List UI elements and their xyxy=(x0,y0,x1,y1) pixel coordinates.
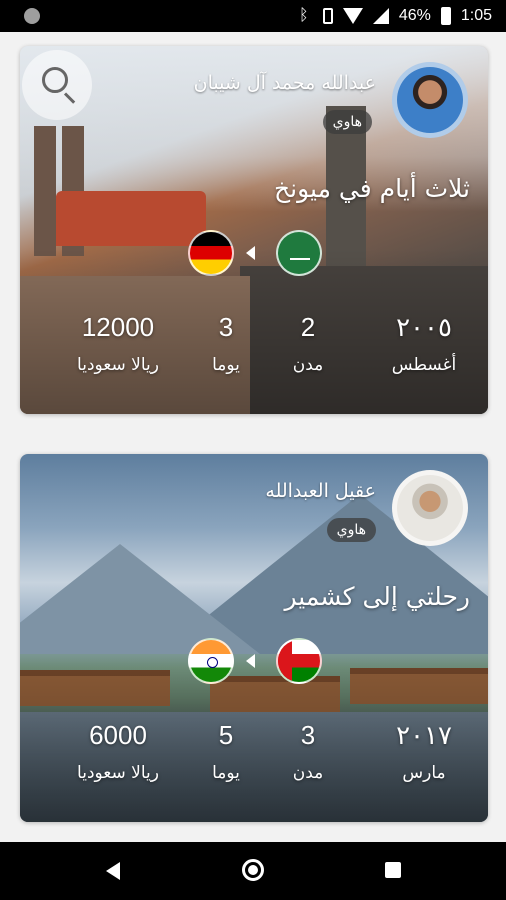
route-flags xyxy=(188,230,322,278)
search-button[interactable] xyxy=(22,50,92,120)
route-flags xyxy=(188,638,322,686)
stat-budget: 6000 ريالا سعوديا xyxy=(58,718,178,784)
stat-days-value: 3 xyxy=(218,312,234,342)
notification-dot-icon xyxy=(24,8,40,24)
user-name[interactable]: عقيل العبدالله xyxy=(265,480,376,502)
stat-cities-value: 2 xyxy=(300,312,316,342)
stat-days: 5 يوما xyxy=(196,718,256,784)
stat-date: ٢٠٠٥ أغسطس xyxy=(382,310,466,376)
stat-budget-value: 6000 xyxy=(89,720,147,750)
stat-date: ٢٠١٧ مارس xyxy=(382,718,466,784)
stat-cities-label: مدن xyxy=(292,763,324,783)
stat-month: مارس xyxy=(402,763,446,783)
saudi-arabia-flag-icon xyxy=(276,230,322,276)
trip-card[interactable]: عبدالله محمد آل شيبان هاوي ثلاث أيام في … xyxy=(20,46,488,414)
home-icon[interactable] xyxy=(242,859,264,881)
trip-feed[interactable]: عبدالله محمد آل شيبان هاوي ثلاث أيام في … xyxy=(0,32,506,842)
trip-card[interactable]: عقيل العبدالله هاوي رحلتي إلى كشمير ٢٠١٧… xyxy=(20,454,488,822)
oman-flag-icon xyxy=(276,638,322,684)
status-bar: ᛒ 46% 1:05 xyxy=(0,0,506,32)
trip-stats: ٢٠١٧ مارس 3 مدن 5 يوما 6000 ريالا سعوديا xyxy=(20,718,488,798)
battery-icon xyxy=(440,7,451,25)
stat-year: ٢٠٠٥ xyxy=(396,312,452,342)
stat-budget: 12000 ريالا سعوديا xyxy=(58,310,178,376)
back-icon[interactable] xyxy=(106,862,120,880)
stat-cities: 3 مدن xyxy=(278,718,338,784)
signal-icon xyxy=(372,8,389,24)
india-flag-icon xyxy=(188,638,234,684)
germany-flag-icon xyxy=(188,230,234,276)
status-icons: ᛒ 46% 1:05 xyxy=(295,0,492,32)
stat-days-label: يوما xyxy=(212,763,240,783)
stat-budget-value: 12000 xyxy=(81,312,155,342)
avatar[interactable] xyxy=(392,62,468,138)
trip-stats: ٢٠٠٥ أغسطس 2 مدن 3 يوما 12000 ريالا سعود… xyxy=(20,310,488,390)
stat-cities: 2 مدن xyxy=(278,310,338,376)
stat-days: 3 يوما xyxy=(196,310,256,376)
battery-percent: 46% xyxy=(398,7,431,24)
level-badge: هاوي xyxy=(322,110,372,134)
arrow-left-icon xyxy=(246,246,255,260)
stat-cities-label: مدن xyxy=(292,355,324,375)
wifi-icon xyxy=(342,8,363,24)
bluetooth-icon: ᛒ xyxy=(299,7,309,24)
stat-days-value: 5 xyxy=(218,720,234,750)
vibrate-icon xyxy=(322,8,333,24)
user-name[interactable]: عبدالله محمد آل شيبان xyxy=(194,72,376,94)
stat-budget-label: ريالا سعوديا xyxy=(77,355,159,375)
level-badge: هاوي xyxy=(326,518,376,542)
stat-year: ٢٠١٧ xyxy=(396,720,452,750)
clock: 1:05 xyxy=(460,7,492,24)
trip-title[interactable]: ثلاث أيام في ميونخ xyxy=(274,174,470,203)
arrow-left-icon xyxy=(246,654,255,668)
trip-title[interactable]: رحلتي إلى كشمير xyxy=(285,582,470,611)
stat-days-label: يوما xyxy=(212,355,240,375)
recent-apps-icon[interactable] xyxy=(385,862,401,878)
stat-budget-label: ريالا سعوديا xyxy=(77,763,159,783)
stat-cities-value: 3 xyxy=(300,720,316,750)
system-nav-bar xyxy=(0,842,506,900)
search-icon xyxy=(42,67,68,93)
avatar[interactable] xyxy=(392,470,468,546)
stat-month: أغسطس xyxy=(391,355,457,375)
